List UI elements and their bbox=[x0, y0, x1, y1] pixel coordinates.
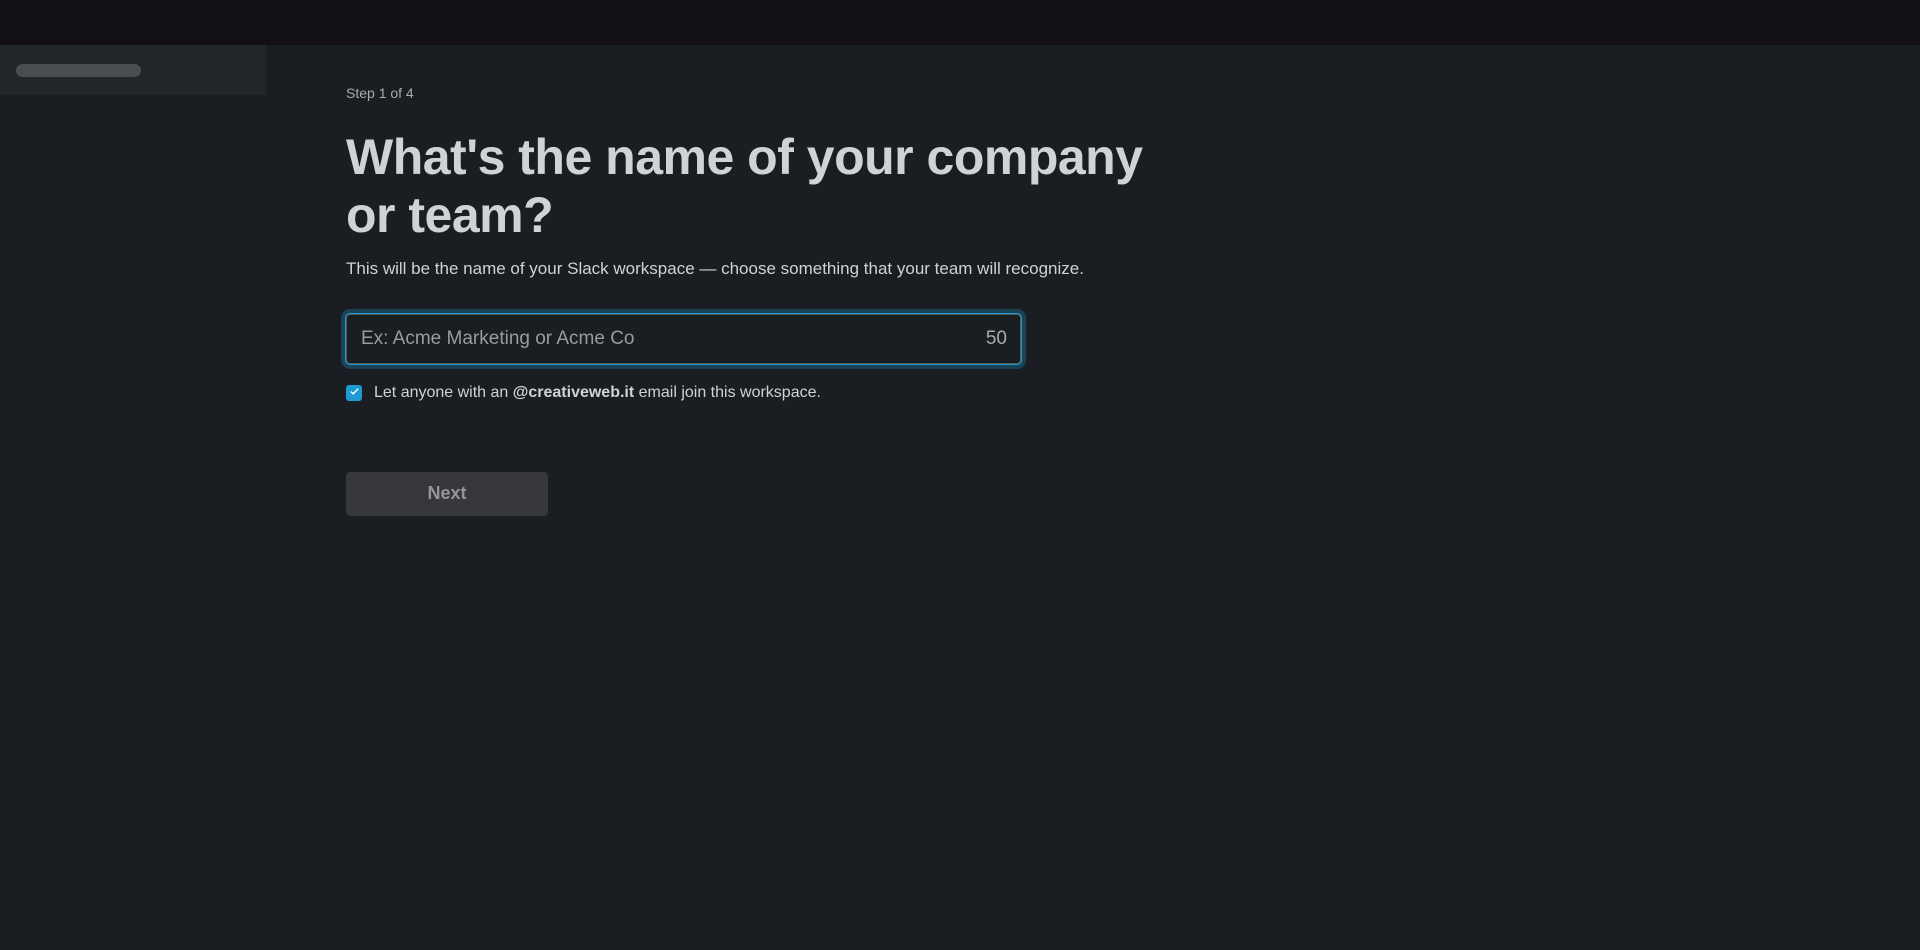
character-counter: 50 bbox=[986, 328, 1007, 350]
workspace-name-input[interactable] bbox=[346, 314, 1021, 364]
domain-join-checkbox[interactable] bbox=[346, 385, 362, 401]
page-heading: What's the name of your company or team? bbox=[346, 129, 1146, 244]
content-area: Step 1 of 4 What's the name of your comp… bbox=[266, 45, 1920, 950]
step-indicator: Step 1 of 4 bbox=[346, 85, 1920, 101]
page-subheading: This will be the name of your Slack work… bbox=[346, 256, 1920, 282]
domain-join-checkbox-row: Let anyone with an @creativeweb.it email… bbox=[346, 384, 1920, 402]
sidebar-placeholder bbox=[16, 64, 141, 77]
domain-join-label: Let anyone with an @creativeweb.it email… bbox=[374, 384, 821, 402]
workspace-name-input-wrapper: 50 bbox=[346, 314, 1021, 364]
main-container: Step 1 of 4 What's the name of your comp… bbox=[0, 45, 1920, 950]
checkmark-icon bbox=[349, 387, 360, 398]
sidebar-header bbox=[0, 45, 266, 95]
top-bar bbox=[0, 0, 1920, 45]
sidebar bbox=[0, 45, 266, 950]
next-button[interactable]: Next bbox=[346, 472, 548, 516]
